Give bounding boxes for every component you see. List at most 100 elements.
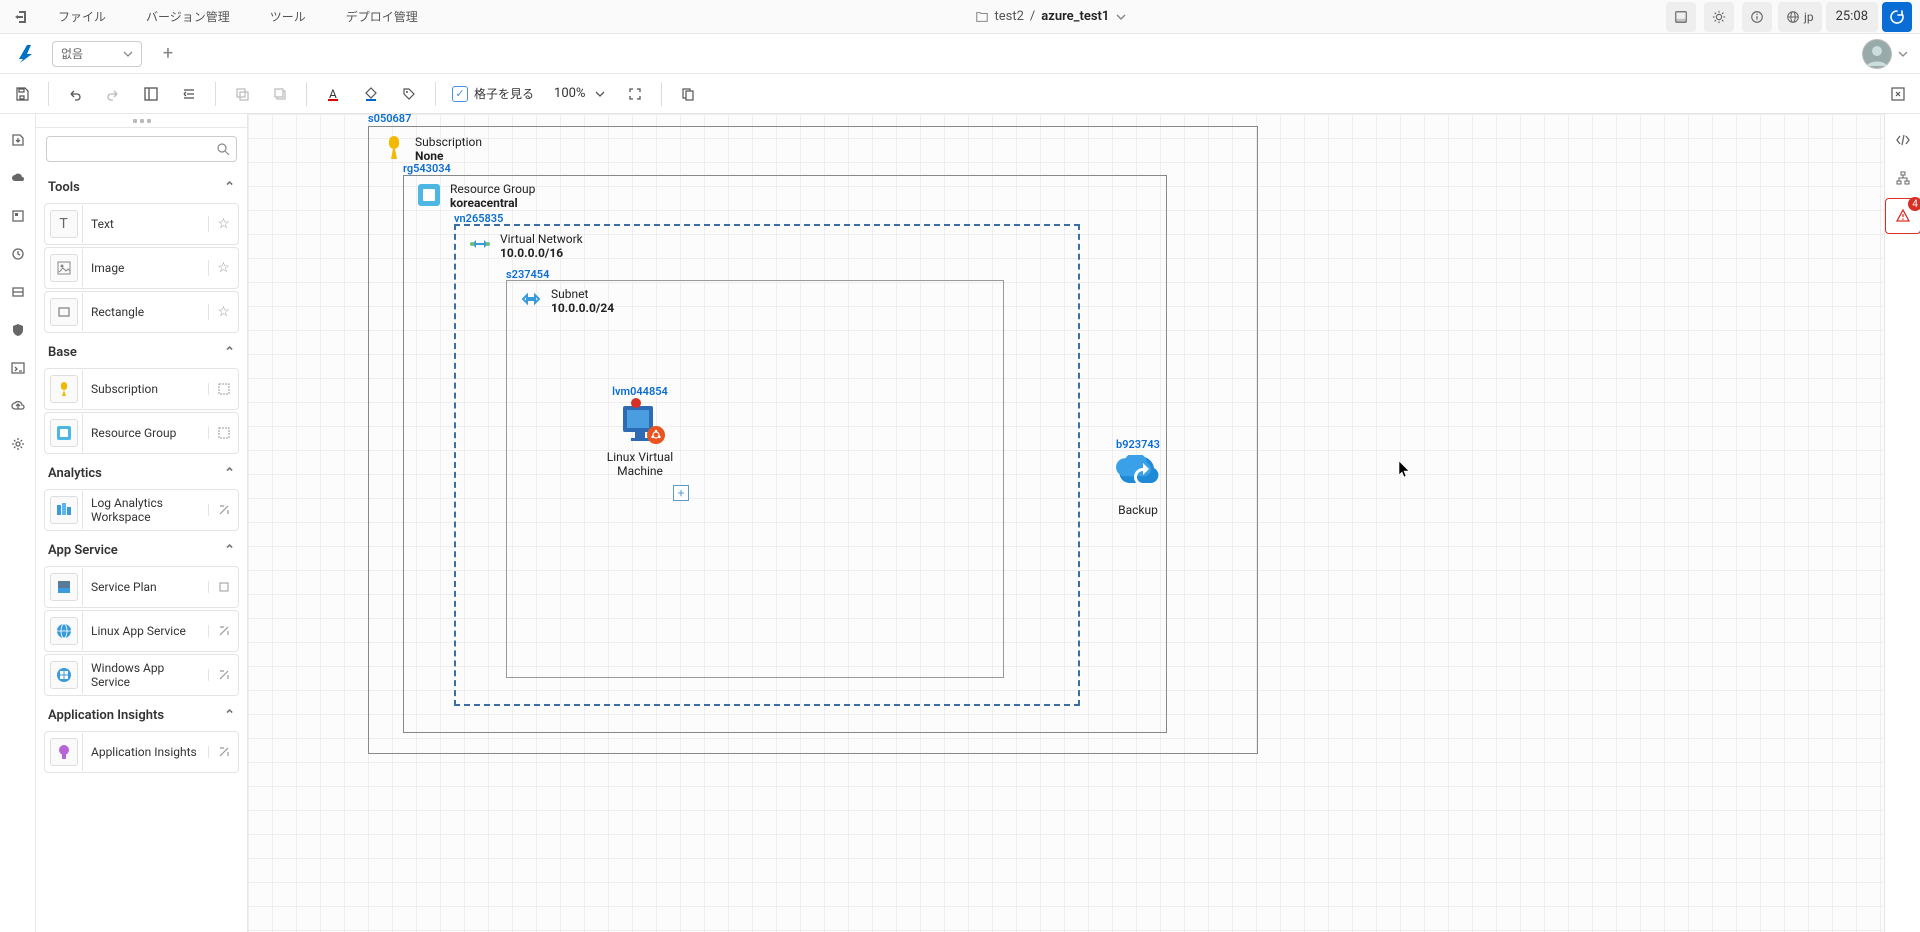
- connect-icon[interactable]: [208, 625, 238, 637]
- warning-icon: [1895, 208, 1911, 224]
- rail-code-button[interactable]: [1885, 122, 1920, 158]
- box-icon[interactable]: [208, 581, 238, 593]
- panel-toggle-button[interactable]: [1666, 2, 1696, 32]
- rg-id: rg543034: [403, 162, 451, 175]
- rail-warnings-button[interactable]: 4: [1885, 198, 1920, 234]
- copy-button[interactable]: [224, 76, 260, 112]
- virtual-network-icon: [468, 232, 492, 256]
- rail-tree-button[interactable]: [1885, 160, 1920, 196]
- chevron-down-icon[interactable]: [1898, 49, 1908, 59]
- star-icon[interactable]: ☆: [208, 304, 238, 320]
- palette-item-service-plan[interactable]: Service Plan: [44, 566, 239, 608]
- duplicate-button[interactable]: [670, 76, 706, 112]
- subscription-node[interactable]: Subscription None rg543034 Resource Grou…: [368, 126, 1258, 754]
- rail-database-button[interactable]: [0, 274, 36, 310]
- redo-button[interactable]: [95, 76, 131, 112]
- exit-button[interactable]: [4, 0, 38, 34]
- language-button[interactable]: jp: [1778, 2, 1822, 32]
- grid-toggle[interactable]: ✓ 格子を見る: [444, 85, 542, 102]
- backup-node[interactable]: b923743 Backup: [1098, 438, 1178, 517]
- structure-icon[interactable]: [208, 427, 238, 439]
- outdent-button[interactable]: [171, 76, 207, 112]
- vm-node[interactable]: lvm044854: [595, 385, 685, 478]
- rail-security-button[interactable]: [0, 312, 36, 348]
- section-appinsights[interactable]: Application Insights ⌃: [36, 698, 247, 731]
- info-button[interactable]: [1742, 2, 1772, 32]
- add-button[interactable]: +: [154, 40, 182, 68]
- search-input[interactable]: [46, 136, 237, 162]
- subscription-title: Subscription: [415, 135, 482, 149]
- palette-item-rectangle[interactable]: Rectangle ☆: [44, 291, 239, 333]
- virtual-network-node[interactable]: Virtual Network 10.0.0.0/16 s237454 Subn…: [454, 224, 1080, 706]
- right-rail: 4: [1884, 114, 1920, 932]
- rg-title: Resource Group: [450, 182, 535, 196]
- structure-icon[interactable]: [208, 383, 238, 395]
- undo-button[interactable]: [57, 76, 93, 112]
- connect-icon[interactable]: [208, 746, 238, 758]
- rail-settings-button[interactable]: [0, 426, 36, 462]
- vm-id: lvm044854: [595, 385, 685, 398]
- star-icon[interactable]: ☆: [208, 216, 238, 232]
- breadcrumb[interactable]: test2 / azure_test1: [438, 9, 1664, 24]
- section-base[interactable]: Base ⌃: [36, 335, 247, 368]
- subnet-icon: [519, 287, 543, 311]
- connect-icon[interactable]: [208, 504, 238, 516]
- chevron-up-icon: ⌃: [224, 345, 235, 360]
- avatar[interactable]: [1862, 39, 1892, 69]
- backup-icon: [1115, 455, 1161, 495]
- tag-button[interactable]: [391, 76, 427, 112]
- expand-panel-button[interactable]: [1880, 76, 1916, 112]
- subscription-icon: [381, 135, 407, 161]
- menubar: ファイル バージョン管理 ツール デプロイ管理 test2 / azure_te…: [0, 0, 1920, 34]
- zoom-select[interactable]: 100%: [544, 86, 615, 101]
- fullscreen-button[interactable]: [617, 76, 653, 112]
- palette-item-resource-group[interactable]: Resource Group: [44, 412, 239, 454]
- save-button[interactable]: [4, 76, 40, 112]
- vn-title: Virtual Network: [500, 232, 583, 246]
- palette-item-image[interactable]: Image ☆: [44, 247, 239, 289]
- menu-tools[interactable]: ツール: [250, 0, 326, 34]
- rail-terminal-button[interactable]: [0, 350, 36, 386]
- chevron-down-icon: [1115, 11, 1127, 23]
- ubuntu-icon: [650, 429, 662, 441]
- rail-upload-button[interactable]: [0, 388, 36, 424]
- palette-item-log-analytics[interactable]: Log Analytics Workspace: [44, 489, 239, 531]
- vm-add-button[interactable]: +: [673, 485, 689, 501]
- menu-version[interactable]: バージョン管理: [126, 0, 250, 34]
- star-icon[interactable]: ☆: [208, 260, 238, 276]
- sn-title: Subnet: [551, 287, 614, 301]
- menu-file[interactable]: ファイル: [38, 0, 126, 34]
- canvas[interactable]: s050687 Subscription None rg543034 Resou…: [248, 114, 1884, 932]
- menu-deploy[interactable]: デプロイ管理: [326, 0, 438, 34]
- rail-deploy-button[interactable]: [0, 198, 36, 234]
- refresh-button[interactable]: [1882, 2, 1912, 32]
- search-icon: [217, 143, 230, 156]
- breadcrumb-file: azure_test1: [1041, 9, 1109, 24]
- palette-item-subscription[interactable]: Subscription: [44, 368, 239, 410]
- palette-item-appinsights[interactable]: Application Insights: [44, 731, 239, 773]
- subnet-node[interactable]: Subnet 10.0.0.0/24 lvm044854: [506, 280, 1004, 678]
- layout-button[interactable]: [133, 76, 169, 112]
- palette-drag-handle[interactable]: [36, 114, 247, 128]
- backup-title: Backup: [1098, 503, 1178, 517]
- environment-dropdown[interactable]: 없음: [52, 41, 142, 67]
- palette-item-linux-app[interactable]: Linux App Service: [44, 610, 239, 652]
- section-analytics[interactable]: Analytics ⌃: [36, 456, 247, 489]
- theme-button[interactable]: [1704, 2, 1734, 32]
- toolbar: A ✓ 格子を見る 100%: [0, 74, 1920, 114]
- language-label: jp: [1804, 10, 1814, 24]
- rail-export-button[interactable]: [0, 122, 36, 158]
- resource-group-node[interactable]: Resource Group koreacentral vn265835 Vir…: [403, 175, 1167, 733]
- rail-cloud-button[interactable]: [0, 160, 36, 196]
- palette-item-text[interactable]: T Text ☆: [44, 203, 239, 245]
- section-tools[interactable]: Tools ⌃: [36, 170, 247, 203]
- connect-icon[interactable]: [208, 669, 238, 681]
- subheader: 없음 +: [0, 34, 1920, 74]
- paste-button[interactable]: [262, 76, 298, 112]
- azure-logo: [12, 40, 40, 68]
- section-appservice[interactable]: App Service ⌃: [36, 533, 247, 566]
- palette-item-windows-app[interactable]: Windows App Service: [44, 654, 239, 696]
- fill-color-button[interactable]: [353, 76, 389, 112]
- rail-history-button[interactable]: [0, 236, 36, 272]
- text-color-button[interactable]: A: [315, 76, 351, 112]
